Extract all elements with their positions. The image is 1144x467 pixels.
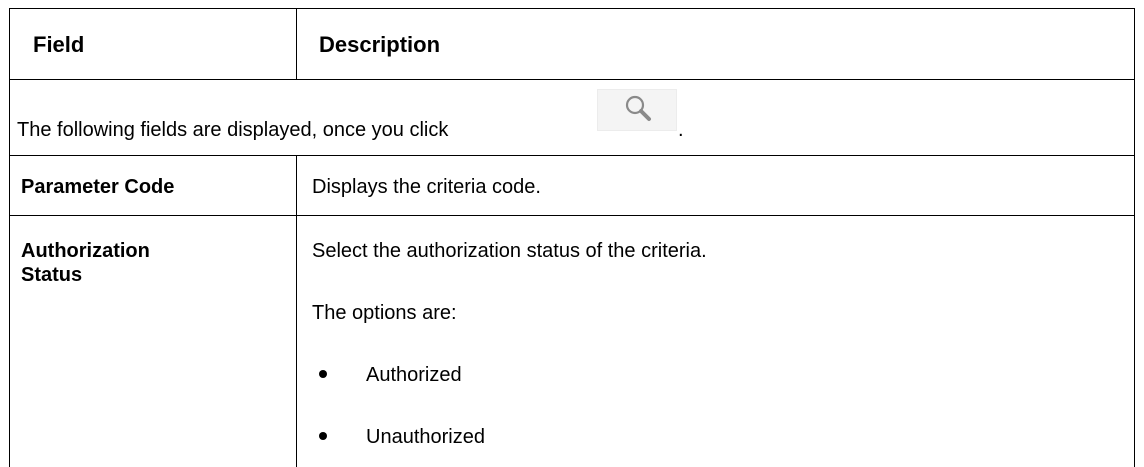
field-authorization-status-line2: Status <box>21 264 83 286</box>
option-authorized: Authorized <box>366 364 462 386</box>
field-parameter-code: Parameter Code <box>21 176 175 198</box>
header-field: Field <box>33 32 85 57</box>
intro-text: The following fields are displayed, once… <box>17 119 449 141</box>
table-border-header-bottom <box>9 79 1135 80</box>
intro-suffix: . <box>678 119 684 141</box>
table-border-col-divider-body <box>296 155 297 467</box>
table-border-right <box>1134 8 1135 467</box>
field-authorization-status-line1: Authorization <box>21 240 150 262</box>
search-button[interactable] <box>597 89 677 131</box>
bullet-icon <box>319 370 327 378</box>
bullet-icon <box>319 432 327 440</box>
description-authorization-status: Select the authorization status of the c… <box>312 240 707 262</box>
options-intro: The options are: <box>312 302 457 324</box>
table-border-top <box>9 8 1135 9</box>
table-border-row1-bottom <box>9 215 1135 216</box>
table-border-col-divider-header <box>296 8 297 80</box>
search-icon <box>625 95 651 121</box>
header-description: Description <box>319 32 441 57</box>
field-description-table: Field Description The following fields a… <box>0 0 1144 467</box>
table-border-left <box>9 8 10 467</box>
option-unauthorized: Unauthorized <box>366 426 485 448</box>
description-parameter-code: Displays the criteria code. <box>312 176 541 198</box>
table-border-intro-bottom <box>9 155 1135 156</box>
